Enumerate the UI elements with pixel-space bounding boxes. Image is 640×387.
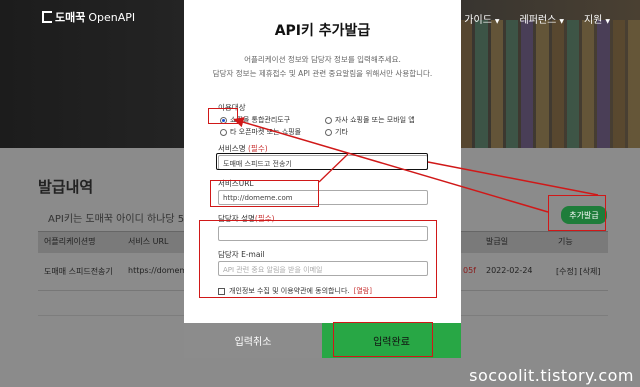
modal-description: 어플리케이션 정보와 담당자 정보를 입력해주세요. bbox=[244, 55, 401, 64]
radio-button-icon bbox=[220, 128, 227, 136]
col-app-name: 어플리케이션명 bbox=[44, 237, 96, 246]
cancel-button[interactable]: 입력취소 bbox=[184, 323, 322, 358]
nav-support[interactable]: 지원 ▼ bbox=[584, 11, 610, 26]
radio-own-mall[interactable]: 자사 쇼핑몰 또는 모바일 앱 bbox=[325, 115, 415, 125]
annotation-box-submit bbox=[333, 322, 433, 357]
annotation-box-service-name bbox=[216, 153, 428, 170]
logo-icon bbox=[42, 11, 52, 23]
radio-other-market[interactable]: 타 오픈마켓 또는 쇼핑몰 bbox=[220, 127, 301, 137]
caret-down-icon: ▼ bbox=[494, 18, 500, 25]
annotation-box-radio bbox=[208, 108, 238, 124]
col-issued-date: 발급일 bbox=[486, 237, 509, 246]
site-logo[interactable]: 도매꾹 OpenAPI bbox=[42, 9, 135, 25]
annotation-box-service-url bbox=[210, 180, 319, 207]
col-actions: 기능 bbox=[558, 237, 573, 246]
row-issued-date: 2022-02-24 bbox=[486, 266, 533, 275]
row-key-tail: 05f bbox=[463, 266, 476, 275]
radio-button-icon bbox=[325, 128, 332, 136]
annotation-box-manager bbox=[199, 220, 437, 298]
bookshelf-image bbox=[460, 20, 640, 148]
caret-down-icon: ▼ bbox=[559, 18, 564, 25]
nav-guide[interactable]: 가이드 ▼ bbox=[464, 11, 499, 26]
caret-down-icon: ▼ bbox=[605, 18, 610, 25]
row-app-name: 도매매 스피드전송기 bbox=[44, 267, 113, 276]
row-actions[interactable]: [수정] [삭제] bbox=[556, 266, 600, 277]
modal-description: 담당자 정보는 제휴접수 및 API 관련 중요알림을 위해서만 사용합니다. bbox=[212, 69, 433, 78]
nav-reference[interactable]: 레퍼런스 ▼ bbox=[520, 11, 564, 26]
radio-button-icon bbox=[325, 116, 332, 124]
col-service-url: 서비스 URL bbox=[128, 237, 169, 246]
section-title: 발급내역 bbox=[38, 178, 94, 196]
add-key-modal: API키 추가발급 어플리케이션 정보와 담당자 정보를 입력해주세요. 담당자… bbox=[184, 0, 461, 358]
modal-title: API키 추가발급 bbox=[274, 23, 371, 39]
radio-etc[interactable]: 기타 bbox=[325, 127, 348, 137]
annotation-box-add-key bbox=[548, 195, 606, 231]
section-description: API키는 도매꾹 아이디 하나당 5개 bbox=[48, 214, 194, 225]
watermark: socoolit.tistory.com bbox=[469, 366, 634, 385]
